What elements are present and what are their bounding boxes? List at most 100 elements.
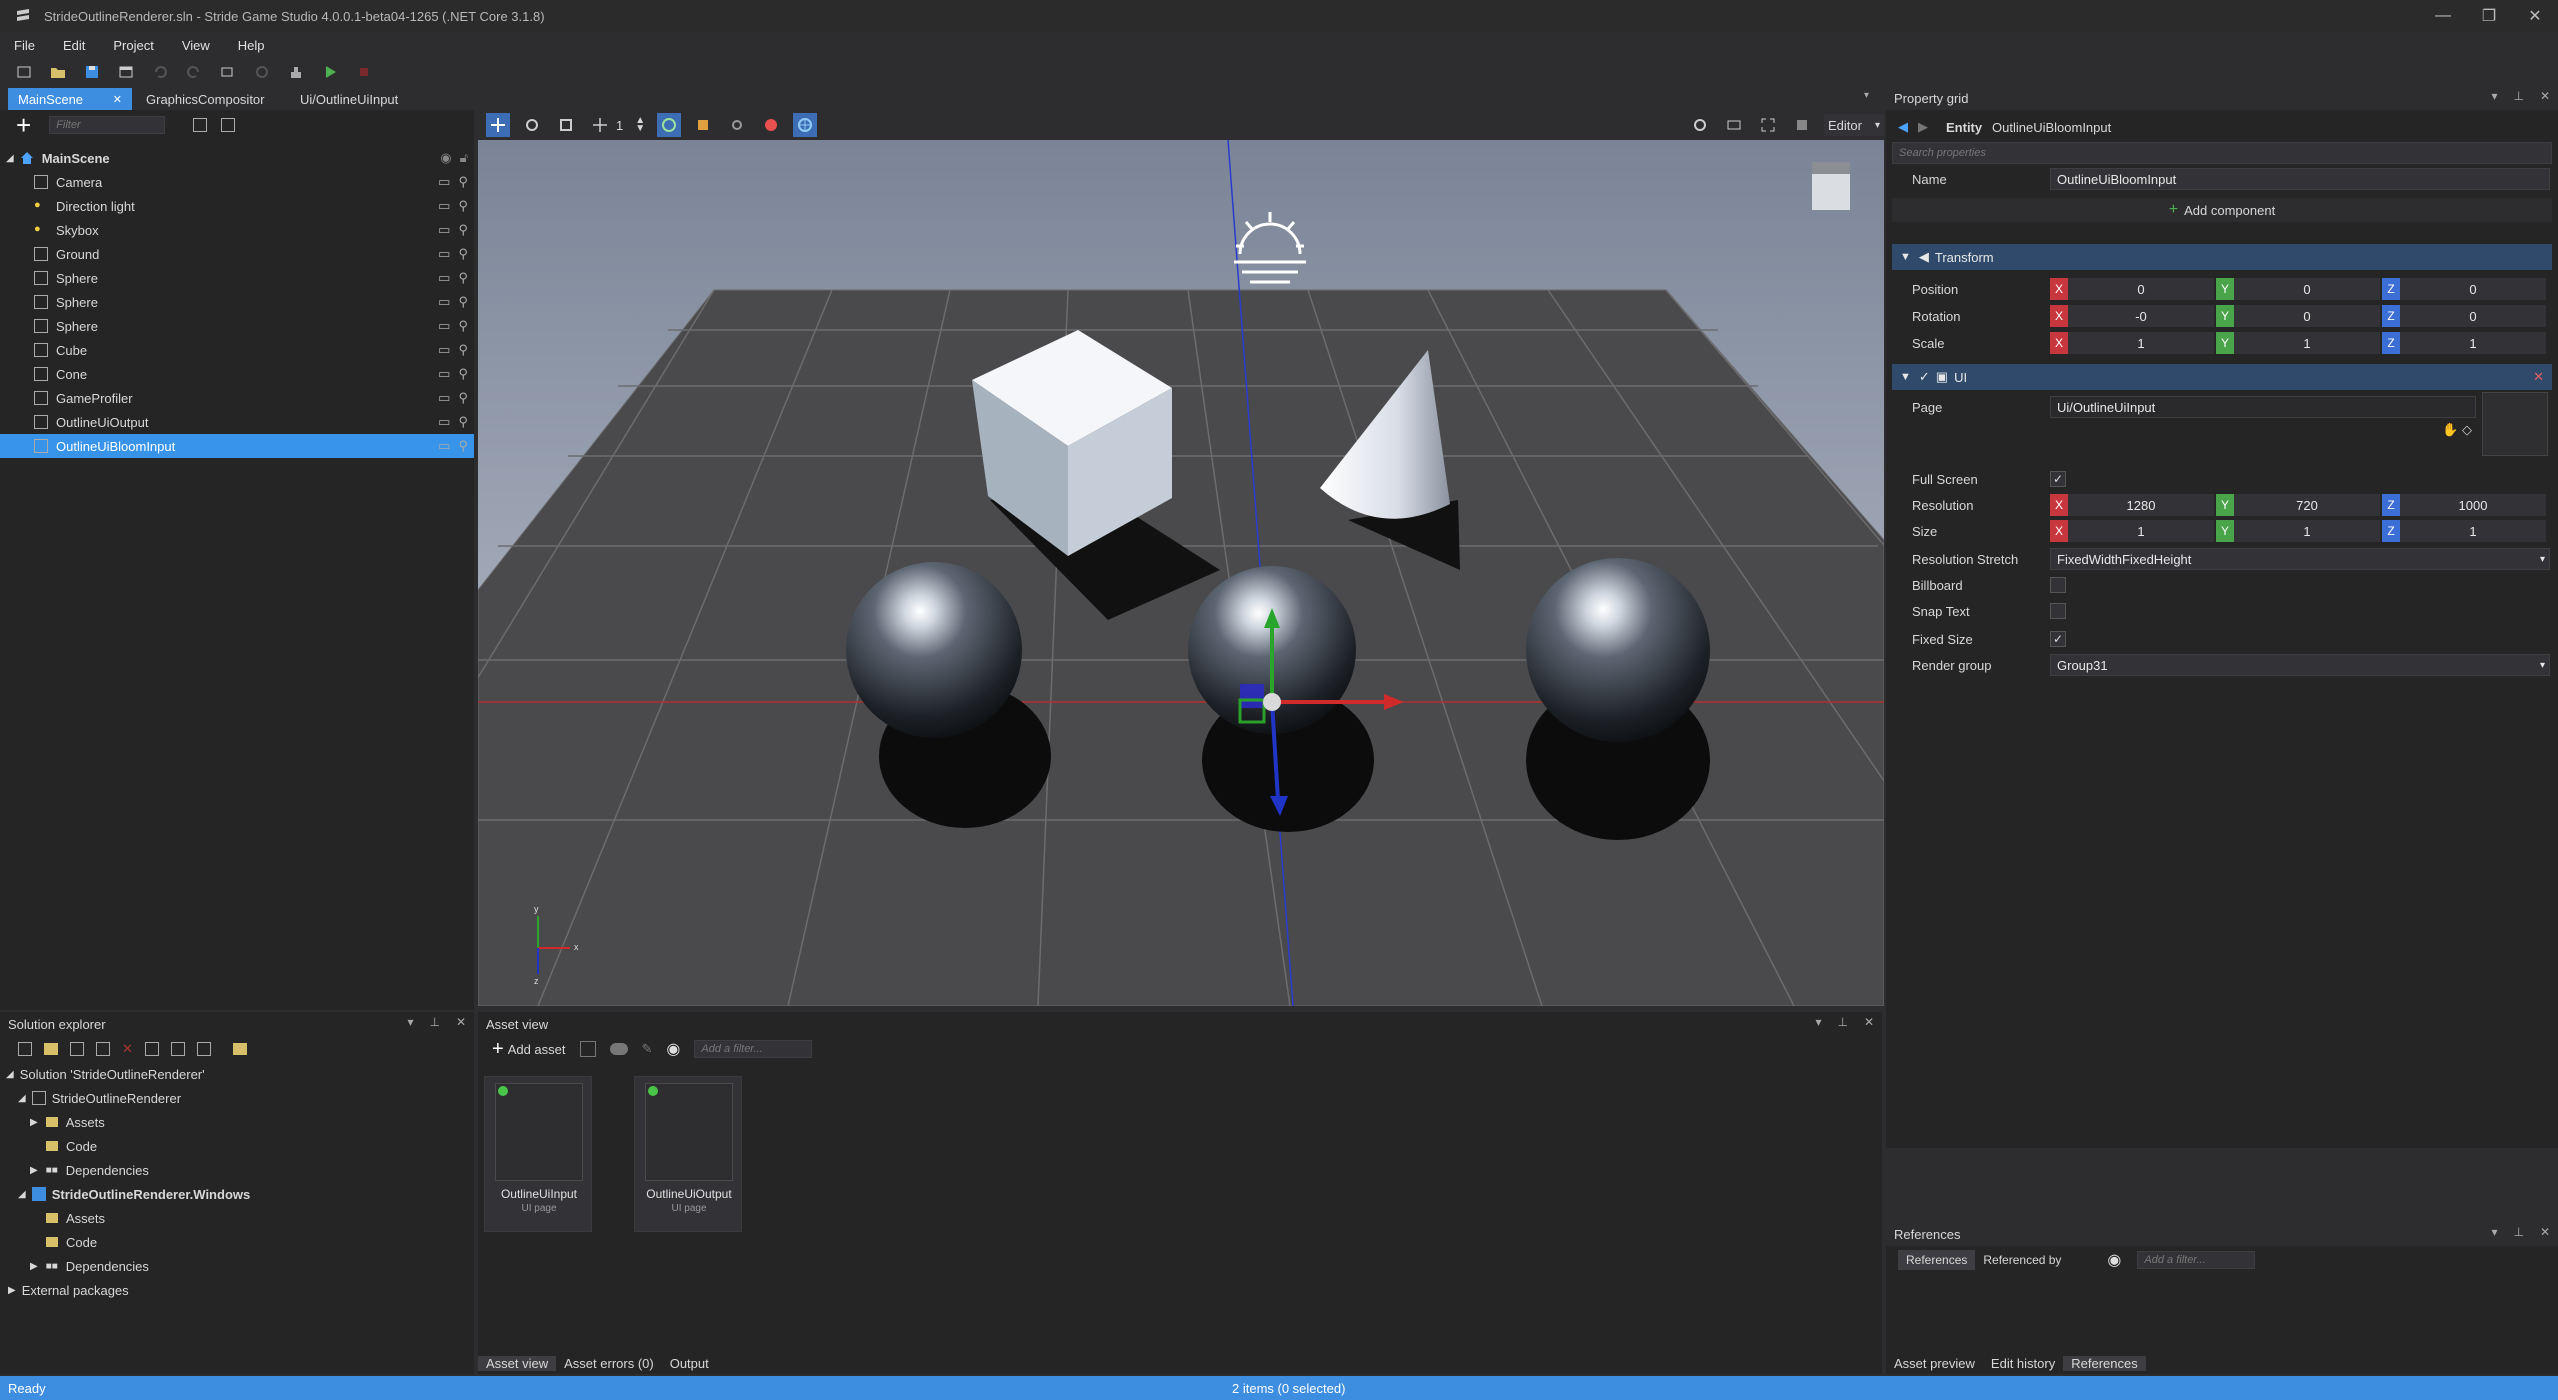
lock-icon[interactable]: ▭	[438, 174, 450, 190]
editor-mode-select[interactable]: Editor ▾	[1824, 114, 1884, 136]
solution-node[interactable]: ◢ Solution 'StrideOutlineRenderer'	[0, 1062, 474, 1086]
scale-x-value[interactable]: 1	[2068, 332, 2214, 354]
scale-z-field[interactable]: Z1	[2382, 332, 2546, 354]
resolution-y-value[interactable]: 720	[2234, 494, 2380, 516]
render-group-select[interactable]: Group31 ▾	[2050, 654, 2550, 676]
gizmo-settings-icon[interactable]	[1688, 113, 1712, 137]
position-x-value[interactable]: 0	[2068, 278, 2214, 300]
snap-spinner-icon[interactable]: ▲ ▼	[633, 113, 647, 137]
folder-code[interactable]: Code	[0, 1230, 474, 1254]
tree-icon[interactable]	[144, 1042, 159, 1056]
tab-graphicscompositor[interactable]: GraphicsCompositor	[136, 88, 286, 110]
tab-output[interactable]: Output	[662, 1356, 717, 1371]
filter-components-icon[interactable]	[221, 118, 236, 132]
project-node-windows[interactable]: ◢ StrideOutlineRenderer.Windows	[0, 1182, 474, 1206]
page-field[interactable]: Ui/OutlineUiInput	[2050, 396, 2476, 418]
menu-project[interactable]: Project	[113, 38, 153, 53]
hierarchy-icon[interactable]	[170, 1042, 185, 1056]
pick-icon[interactable]: ⚲	[458, 414, 468, 430]
pane-menu-icon[interactable]: ▾	[2491, 89, 2497, 103]
transform-section-header[interactable]: ▼ ◀ Transform	[1892, 244, 2552, 270]
lock-icon[interactable]: ▭	[438, 342, 450, 358]
close-pane-icon[interactable]: ✕	[2540, 1225, 2550, 1239]
resolution-x-value[interactable]: 1280	[2068, 494, 2214, 516]
pick-icon[interactable]: ⚲	[458, 294, 468, 310]
tree-item-gameprofiler[interactable]: GameProfiler ▭ ⚲	[0, 386, 474, 410]
billboard-checkbox[interactable]	[2050, 577, 2066, 593]
tab-mainscene[interactable]: MainScene ✕	[8, 88, 132, 110]
close-pane-icon[interactable]: ✕	[1864, 1015, 1874, 1029]
tree-item-outlineuioutput[interactable]: OutlineUiOutput ▭ ⚲	[0, 410, 474, 434]
camera-preview-button[interactable]	[725, 113, 749, 137]
tree-item-ground[interactable]: Ground ▭ ⚲	[0, 242, 474, 266]
scale-x-field[interactable]: X1	[2050, 332, 2214, 354]
pick-icon[interactable]: ⚲	[458, 342, 468, 358]
close-pane-icon[interactable]: ✕	[2540, 89, 2550, 103]
edit-icon[interactable]: ✎	[642, 1041, 653, 1057]
open-folder-icon[interactable]	[44, 1043, 58, 1055]
position-z-value[interactable]: 0	[2400, 278, 2546, 300]
tree-item-camera[interactable]: Camera ▭ ⚲	[0, 170, 474, 194]
tree-item-cube[interactable]: Cube ▭ ⚲	[0, 338, 474, 362]
pick-icon[interactable]: ⚲	[458, 246, 468, 262]
tree-item-skybox[interactable]: ● Skybox ▭ ⚲	[0, 218, 474, 242]
scale-z-value[interactable]: 1	[2400, 332, 2546, 354]
references-filter-input[interactable]: Add a filter...	[2137, 1251, 2256, 1269]
frame-selection-icon[interactable]	[1756, 113, 1780, 137]
size-y-field[interactable]: Y1	[2216, 520, 2380, 542]
resolution-x-field[interactable]: X 1280	[2050, 494, 2214, 516]
folder-dependencies[interactable]: ▶ ■■ Dependencies	[0, 1158, 474, 1182]
lock-icon[interactable]: 🔓︎	[460, 150, 468, 166]
pin-icon[interactable]: ⊥	[2513, 1225, 2523, 1239]
folder-dependencies[interactable]: ▶ ■■ Dependencies	[0, 1254, 474, 1278]
enabled-check-icon[interactable]: ✓	[1919, 369, 1930, 385]
window-icon[interactable]	[116, 62, 136, 82]
build-icon[interactable]	[286, 62, 306, 82]
pick-icon[interactable]: ⚲	[458, 270, 468, 286]
size-y-value[interactable]: 1	[2234, 520, 2380, 542]
pane-menu-icon[interactable]: ▾	[407, 1015, 413, 1029]
camera-settings-icon[interactable]	[1722, 113, 1746, 137]
tab-asset-view[interactable]: Asset view	[478, 1355, 557, 1371]
tab-edit-history[interactable]: Edit history	[1983, 1356, 2063, 1371]
rotation-y-field[interactable]: Y0	[2216, 305, 2380, 327]
tab-referenced-by[interactable]: Referenced by	[1983, 1253, 2061, 1267]
tab-references-bottom[interactable]: References	[2063, 1355, 2146, 1371]
tree-item-direction-light[interactable]: ● Direction light ▭ ⚲	[0, 194, 474, 218]
menu-edit[interactable]: Edit	[63, 38, 85, 53]
full-screen-checkbox[interactable]: ✓	[2050, 471, 2066, 487]
expand-arrow-icon[interactable]: ◢	[6, 153, 14, 164]
play-icon[interactable]	[320, 62, 340, 82]
scene-viewport[interactable]: y x z	[478, 140, 1884, 1006]
fixed-size-checkbox[interactable]: ✓	[2050, 631, 2066, 647]
collapse-icon[interactable]	[96, 1042, 110, 1056]
position-x-field[interactable]: X0	[2050, 278, 2214, 300]
menu-help[interactable]: Help	[238, 38, 265, 53]
asset-filter-input[interactable]: Add a filter...	[694, 1040, 813, 1058]
tab-asset-preview[interactable]: Asset preview	[1886, 1356, 1983, 1371]
undo-icon[interactable]	[150, 62, 170, 82]
lock-icon[interactable]: ▭	[438, 246, 450, 262]
tree-item-sphere[interactable]: Sphere ▭ ⚲	[0, 314, 474, 338]
position-z-field[interactable]: Z0	[2382, 278, 2546, 300]
pick-icon[interactable]: ⚲	[458, 318, 468, 334]
property-search-input[interactable]: Search properties	[1892, 142, 2552, 164]
refresh-icon[interactable]	[70, 1042, 84, 1056]
teapot-icon[interactable]	[609, 1043, 628, 1055]
tabs-overflow-icon[interactable]: ▾	[1864, 90, 1869, 101]
clear-asset-icon[interactable]: ◇	[2462, 422, 2472, 438]
platform-select-icon[interactable]	[218, 62, 238, 82]
forward-icon[interactable]: ▶	[1918, 119, 1928, 135]
add-component-button[interactable]: + Add component	[1892, 198, 2552, 222]
visibility-eye-icon[interactable]: ◉	[440, 150, 451, 166]
snap-text-checkbox[interactable]	[2050, 603, 2066, 619]
snap-icon[interactable]	[588, 113, 612, 137]
view-options-eye-icon[interactable]: ◉	[2107, 1250, 2121, 1270]
lock-icon[interactable]: ▭	[438, 438, 450, 454]
lock-icon[interactable]: ▭	[438, 270, 450, 286]
remove-component-icon[interactable]: ✕	[2533, 369, 2544, 385]
pick-icon[interactable]: ⚲	[458, 174, 468, 190]
lock-icon[interactable]: ▭	[438, 318, 450, 334]
project-node[interactable]: ◢ StrideOutlineRenderer	[0, 1086, 474, 1110]
size-z-value[interactable]: 1	[2400, 520, 2546, 542]
